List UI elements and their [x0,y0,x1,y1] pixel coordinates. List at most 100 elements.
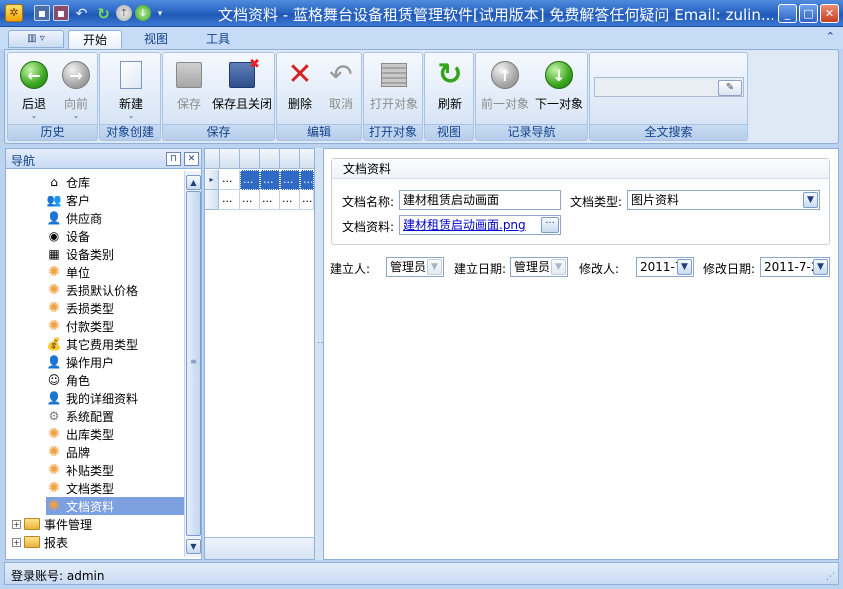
table-row[interactable]: ▸ ... ... ... ... ... [205,170,314,190]
minimize-button[interactable]: _ [778,4,797,23]
pin-icon[interactable]: ⊓ [166,152,181,166]
navigation-scrollbar[interactable]: ▲ ≡ ▼ [184,171,201,557]
grid-column-header[interactable] [240,149,260,169]
nav-item-unit[interactable]: ✺ 单位 [46,263,90,281]
gear-icon: ✺ [48,480,60,496]
search-eraser-icon[interactable]: ✎ [718,80,742,96]
save-and-close-button[interactable]: ✖ 保存且关闭 [211,55,273,123]
app-menu-button[interactable]: ▥ ▿ [8,30,64,48]
scroll-up-icon[interactable]: ▲ [186,175,201,190]
nav-item-documents[interactable]: ✺ 文档资料 [46,497,184,515]
app-logo-icon[interactable]: ✲ [5,4,23,22]
forward-button[interactable]: → 向前 ⌄ [50,55,102,123]
ribbon-collapse-icon[interactable]: ⌃ [826,30,835,43]
group-label-search: 全文搜索 [590,124,747,140]
maximize-button[interactable]: □ [799,4,818,23]
ribbon-tab-row: ▥ ▿ 开始 视图 工具 ⌃ [0,27,843,49]
group-open: 打开对象 打开对象 [363,52,423,141]
nav-item-warehouse[interactable]: ⌂ 仓库 [46,173,90,191]
new-button[interactable]: 新建 ⌄ [105,55,157,123]
floppy-disk-icon [176,62,202,88]
tab-tools[interactable]: 工具 [192,30,244,49]
tab-view[interactable]: 视图 [130,30,182,49]
save-button[interactable]: 保存 [163,55,215,123]
grid-column-header[interactable] [220,149,240,169]
nav-item-role[interactable]: ☺ 角色 [46,371,90,389]
document-fieldset: 文档资料 文档名称: 建材租赁启动画面 文档类型: 图片资料 ▼ 文档资料: 建… [331,158,830,245]
next-object-button[interactable]: ↓ 下一对象 [533,55,585,123]
cancel-button[interactable]: ↶ 取消 [315,55,367,123]
nav-item-system-config[interactable]: ⚙ 系统配置 [46,407,114,425]
resize-grip-icon[interactable]: ⋰ [826,572,835,582]
chevron-down-icon[interactable]: ▼ [813,259,828,275]
group-create: 新建 ⌄ 对象创建 [99,52,161,141]
grid-column-header[interactable] [260,149,280,169]
qat-save-icon[interactable]: ▪ [34,5,50,21]
nav-item-payment-type[interactable]: ✺ 付款类型 [46,317,114,335]
open-object-button[interactable]: 打开对象 [368,55,420,123]
group-edit: ✕ 删除 ↶ 取消 编辑 [276,52,362,141]
modifier-select[interactable]: 2011-7 ▼ [636,257,694,277]
created-date-label: 建立日期: [454,262,507,276]
doc-type-select[interactable]: 图片资料 ▼ [627,190,820,210]
refresh-button[interactable]: ↻ 刷新 [424,55,476,123]
group-history: ← 后退 ⌄ → 向前 ⌄ 历史 [7,52,98,141]
tab-home[interactable]: 开始 [68,30,123,49]
nav-item-my-details[interactable]: 👤 我的详细资料 [46,389,139,407]
doc-file-link[interactable]: 建材租赁启动画面.png ··· [399,215,561,235]
gear-icon: ✺ [48,318,60,334]
qat-prev-icon[interactable]: ↑ [116,5,132,21]
nav-item-document-type[interactable]: ✺ 文档类型 [46,479,114,497]
chevron-down-icon[interactable]: ▼ [677,259,692,275]
expand-icon[interactable]: + [12,537,21,547]
detail-panel: 文档资料 文档名称: 建材租赁启动画面 文档类型: 图片资料 ▼ 文档资料: 建… [323,148,839,560]
nav-item-outbound-type[interactable]: ✺ 出库类型 [46,425,114,443]
group-save: 保存 ✖ 保存且关闭 保存 [162,52,275,141]
expand-icon[interactable]: + [12,519,21,529]
window-title: 文档资料 - 蓝格舞台设备租赁管理软件[试用版本] 免费解答任何疑问 Email… [218,6,773,24]
qat-undo-icon[interactable]: ↶ [72,4,91,23]
gear-icon: ✺ [48,462,60,478]
modified-date-select[interactable]: 2011-7-2 ▼ [760,257,830,277]
section-title: 文档资料 [332,159,829,179]
nav-group-event-management[interactable]: + 事件管理 [12,515,92,533]
nav-item-customers[interactable]: 👥 客户 [46,191,91,209]
delete-x-icon: ✕ [287,57,313,92]
qat-next-icon[interactable]: ↓ [135,5,151,21]
nav-item-operator-user[interactable]: 👤 操作用户 [46,353,115,371]
doc-name-field[interactable]: 建材租赁启动画面 [399,190,561,210]
nav-item-brand[interactable]: ✺ 品牌 [46,443,90,461]
money-bag-icon: 💰 [46,337,62,351]
nav-item-equipment-category[interactable]: ▦ 设备类别 [46,245,114,263]
nav-item-loss-default-price[interactable]: ✺ 丢损默认价格 [46,281,138,299]
prev-object-button[interactable]: ↑ 前一对象 [479,55,531,123]
panel-splitter[interactable]: ⋮ [315,148,326,560]
close-button[interactable]: ✕ [820,4,839,23]
created-date-select[interactable]: 管理员 ▼ [510,257,568,277]
grid-column-header[interactable] [280,149,300,169]
nav-item-subsidy-type[interactable]: ✺ 补贴类型 [46,461,114,479]
back-arrow-icon: ← [20,61,48,89]
qat-refresh-icon[interactable]: ↻ [94,4,113,23]
chevron-down-icon[interactable]: ▼ [803,192,818,208]
open-object-icon [381,63,407,87]
qat-save-close-icon[interactable]: ▪ [53,5,69,21]
qat-customize-icon[interactable]: ▾ [154,4,166,23]
row-pointer-icon: ▸ [205,170,219,190]
creator-select[interactable]: 管理员 ▼ [386,257,444,277]
gear-icon: ✺ [48,444,60,460]
table-row[interactable]: ... ... ... ... ... [205,190,314,210]
gear-icon: ✺ [48,300,60,316]
gear-icon: ✺ [48,426,60,442]
close-panel-icon[interactable]: ✕ [184,152,199,166]
scroll-thumb[interactable]: ≡ [186,191,201,536]
ellipsis-icon[interactable]: ··· [541,217,559,233]
doc-type-label: 文档类型: [570,195,623,209]
nav-group-reports[interactable]: + 报表 [12,533,68,551]
nav-item-other-fee-type[interactable]: 💰 其它费用类型 [46,335,139,353]
nav-item-supplier[interactable]: 👤 供应商 [46,209,103,227]
group-view: ↻ 刷新 视图 [424,52,474,141]
nav-item-equipment[interactable]: ◉ 设备 [46,227,90,245]
nav-item-loss-type[interactable]: ✺ 丢损类型 [46,299,114,317]
scroll-down-icon[interactable]: ▼ [186,539,201,554]
